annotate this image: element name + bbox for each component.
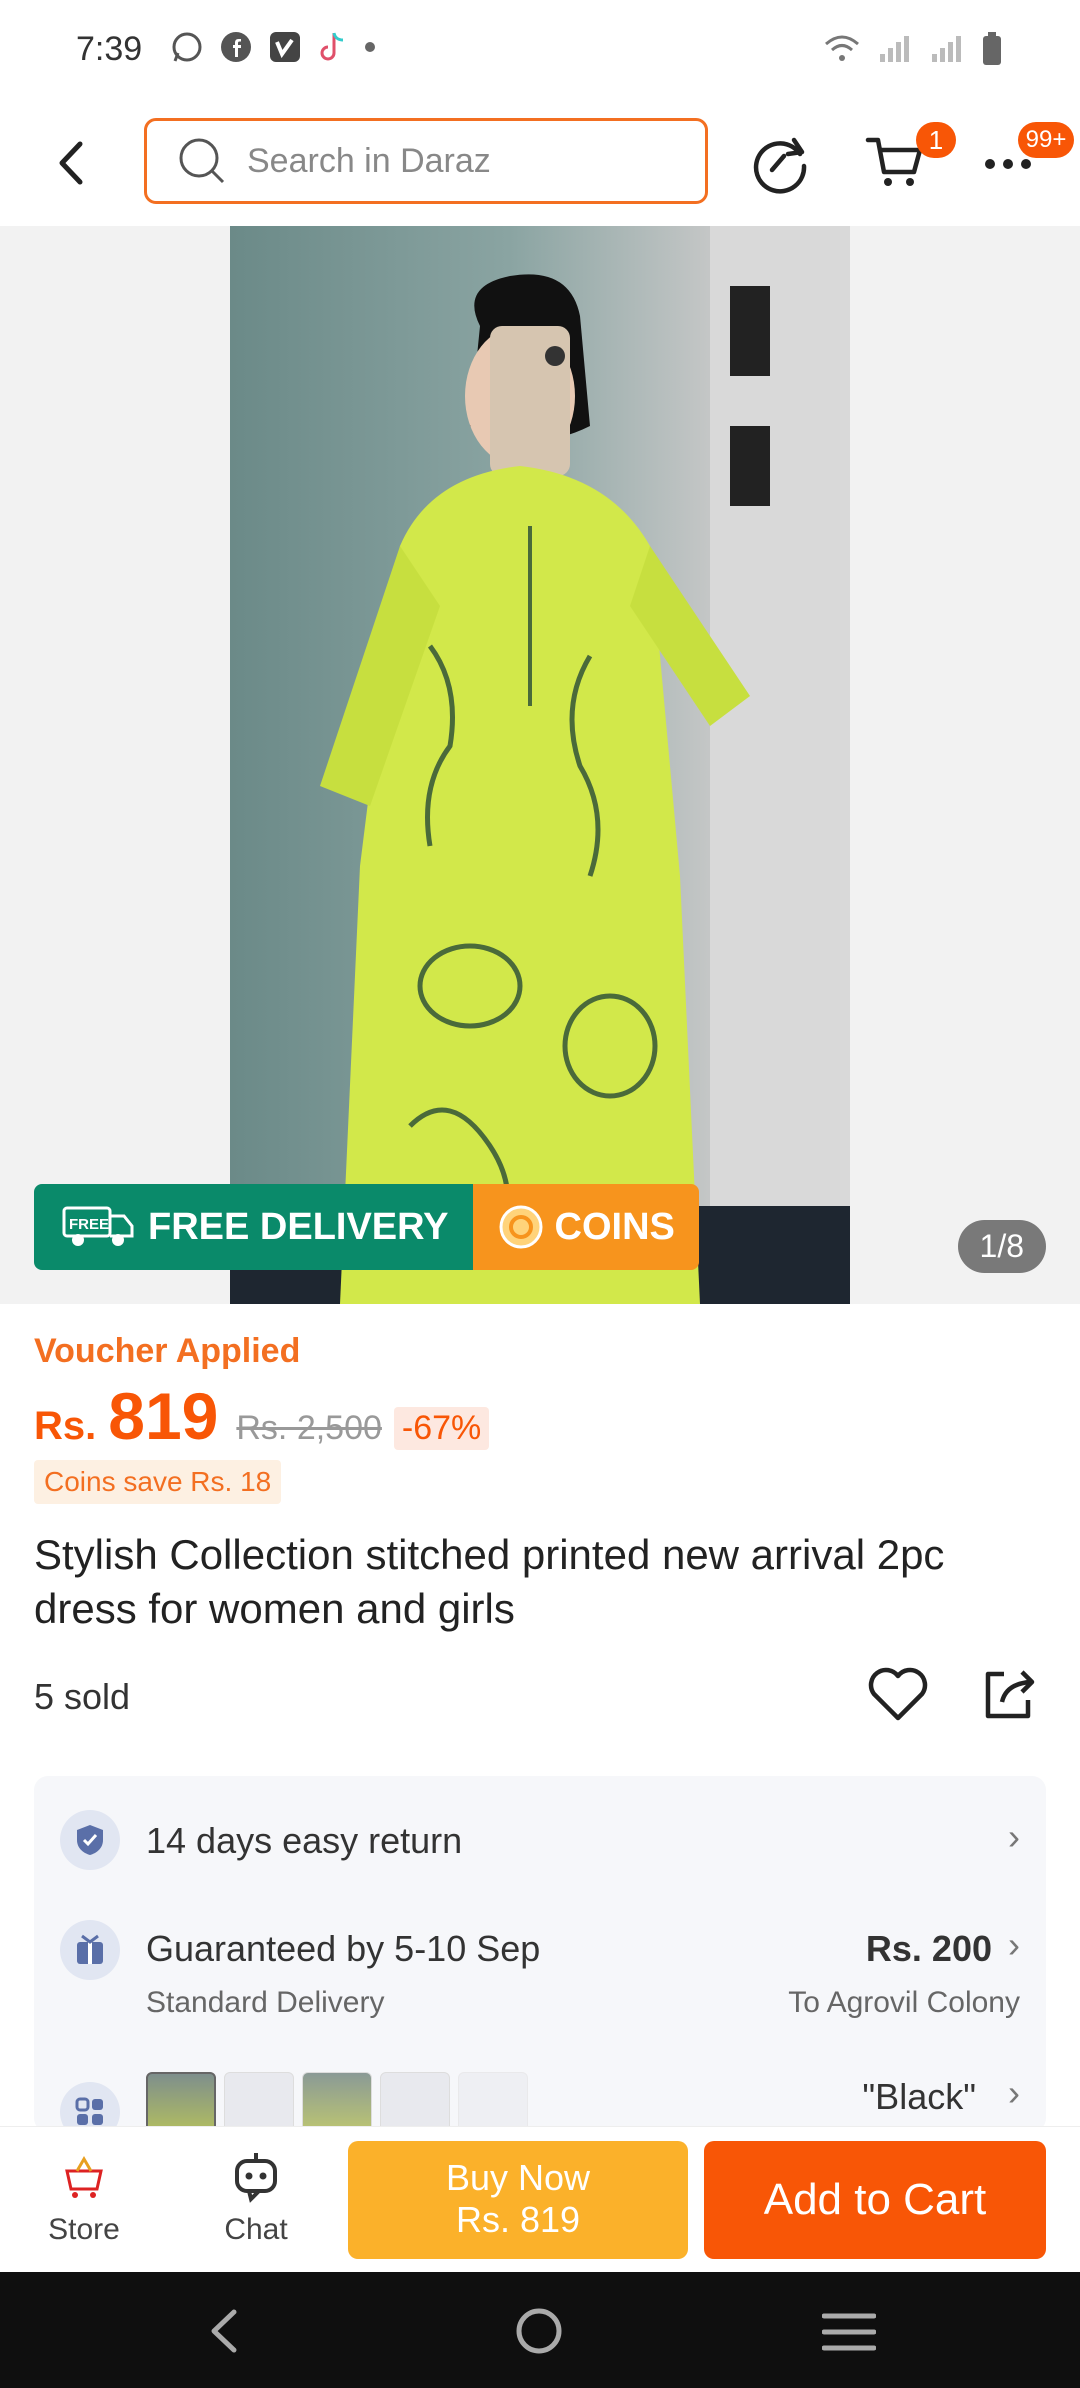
image-page-indicator: 1/8 bbox=[957, 1220, 1046, 1273]
nav-home-icon[interactable] bbox=[514, 2306, 564, 2356]
variant-thumbnails bbox=[146, 2072, 528, 2132]
search-placeholder: Search in Daraz bbox=[247, 141, 491, 180]
share-icon[interactable] bbox=[978, 1664, 1038, 1724]
voucher-applied-label: Voucher Applied bbox=[34, 1332, 301, 1370]
wifi-icon bbox=[825, 35, 859, 61]
free-delivery-text: FREE DELIVERY bbox=[148, 1205, 449, 1248]
original-price: Rs. 2,500 bbox=[236, 1409, 382, 1447]
variant-thumbnail[interactable] bbox=[224, 2072, 294, 2132]
search-input[interactable]: Search in Daraz bbox=[144, 118, 708, 204]
variant-thumbnail[interactable] bbox=[380, 2072, 450, 2132]
chat-button[interactable]: Chat bbox=[196, 2149, 316, 2247]
chevron-right-icon: › bbox=[1008, 1924, 1020, 1965]
product-image-gallery[interactable]: FREE FREE DELIVERY COINS 1/8 bbox=[0, 226, 1080, 1304]
top-navigation-bar: Search in Daraz 1 99+ bbox=[0, 100, 1080, 226]
return-policy-text: 14 days easy return bbox=[146, 1820, 463, 1861]
current-price: 819 bbox=[108, 1379, 219, 1453]
signal-icon bbox=[932, 36, 961, 62]
delivery-truck-icon: FREE bbox=[62, 1206, 134, 1246]
price-currency: Rs. bbox=[34, 1404, 97, 1448]
wishlist-heart-icon[interactable] bbox=[866, 1664, 930, 1724]
coins-text: COINS bbox=[554, 1205, 675, 1248]
variant-thumbnail[interactable] bbox=[302, 2072, 372, 2132]
status-system-icons bbox=[824, 32, 1002, 66]
product-photo-illustration bbox=[230, 226, 850, 1304]
delivery-price: Rs. 200 bbox=[865, 1928, 992, 1969]
free-delivery-coins-banner: FREE FREE DELIVERY COINS bbox=[34, 1184, 699, 1270]
nav-back-icon[interactable] bbox=[206, 2308, 242, 2354]
service-info-card: 14 days easy return › Guaranteed by 5-10… bbox=[34, 1776, 1046, 2132]
search-icon bbox=[179, 138, 225, 184]
signal-icon bbox=[880, 36, 909, 62]
store-logo-icon bbox=[65, 2156, 103, 2198]
coin-icon bbox=[499, 1205, 543, 1249]
store-label: Store bbox=[48, 2213, 120, 2246]
delivery-info-row[interactable]: Guaranteed by 5-10 Sep Standard Delivery… bbox=[60, 1910, 1020, 2020]
variants-grid-icon bbox=[60, 2082, 120, 2132]
delivery-guarantee-text: Guaranteed by 5-10 Sep bbox=[146, 1928, 541, 1969]
store-button[interactable]: Store bbox=[24, 2149, 144, 2247]
price-row: Rs. 819 Rs. 2,500 -67% bbox=[34, 1378, 490, 1454]
free-tag: FREE bbox=[69, 1216, 109, 1233]
system-navigation-bar bbox=[0, 2272, 1080, 2388]
status-bar: 7:39 bbox=[0, 0, 1080, 100]
bottom-action-bar: Store Chat Buy Now Rs. 819 Add to Cart bbox=[0, 2126, 1080, 2272]
nav-recents-icon[interactable] bbox=[822, 2312, 876, 2352]
status-time: 7:39 bbox=[76, 30, 143, 68]
back-arrow-icon[interactable] bbox=[50, 138, 94, 188]
chat-bot-icon bbox=[235, 2153, 277, 2203]
dot-icon bbox=[365, 42, 375, 52]
selected-variant: "Black" bbox=[862, 2076, 976, 2117]
facebook-icon bbox=[221, 32, 251, 62]
return-policy-row[interactable]: 14 days easy return › bbox=[60, 1800, 1020, 1882]
product-photo[interactable] bbox=[230, 226, 850, 1304]
whatsapp-icon bbox=[172, 32, 202, 62]
discount-badge: -67% bbox=[393, 1407, 490, 1450]
buy-now-button[interactable]: Buy Now Rs. 819 bbox=[348, 2141, 688, 2259]
battery-icon bbox=[983, 32, 1001, 65]
chevron-right-icon: › bbox=[1008, 2072, 1020, 2113]
status-notification-icons bbox=[170, 30, 376, 64]
cart-count-badge: 1 bbox=[916, 122, 956, 158]
delivery-box-icon bbox=[60, 1920, 120, 1980]
chat-label: Chat bbox=[224, 2213, 288, 2246]
shield-check-icon bbox=[60, 1810, 120, 1870]
buy-now-price: Rs. 819 bbox=[455, 2199, 581, 2240]
free-delivery-label: FREE FREE DELIVERY bbox=[34, 1184, 473, 1270]
refresh-icon[interactable] bbox=[748, 130, 812, 194]
buy-now-label: Buy Now bbox=[445, 2157, 591, 2198]
chevron-right-icon: › bbox=[1008, 1816, 1020, 1857]
coins-label: COINS bbox=[472, 1184, 699, 1270]
variant-thumbnail[interactable] bbox=[146, 2072, 216, 2132]
delivery-type-text: Standard Delivery bbox=[146, 1986, 385, 2019]
product-title: Stylish Collection stitched printed new … bbox=[34, 1531, 945, 1632]
variant-thumbnail[interactable] bbox=[458, 2072, 528, 2132]
coins-save-badge: Coins save Rs. 18 bbox=[34, 1460, 282, 1504]
delivery-location: To Agrovil Colony bbox=[788, 1986, 1020, 2019]
add-to-cart-button[interactable]: Add to Cart bbox=[704, 2141, 1046, 2259]
tiktok-icon bbox=[320, 32, 344, 61]
vimeo-icon bbox=[270, 32, 300, 62]
sold-count: 5 sold bbox=[34, 1676, 131, 1717]
messages-count-badge: 99+ bbox=[1018, 122, 1074, 158]
